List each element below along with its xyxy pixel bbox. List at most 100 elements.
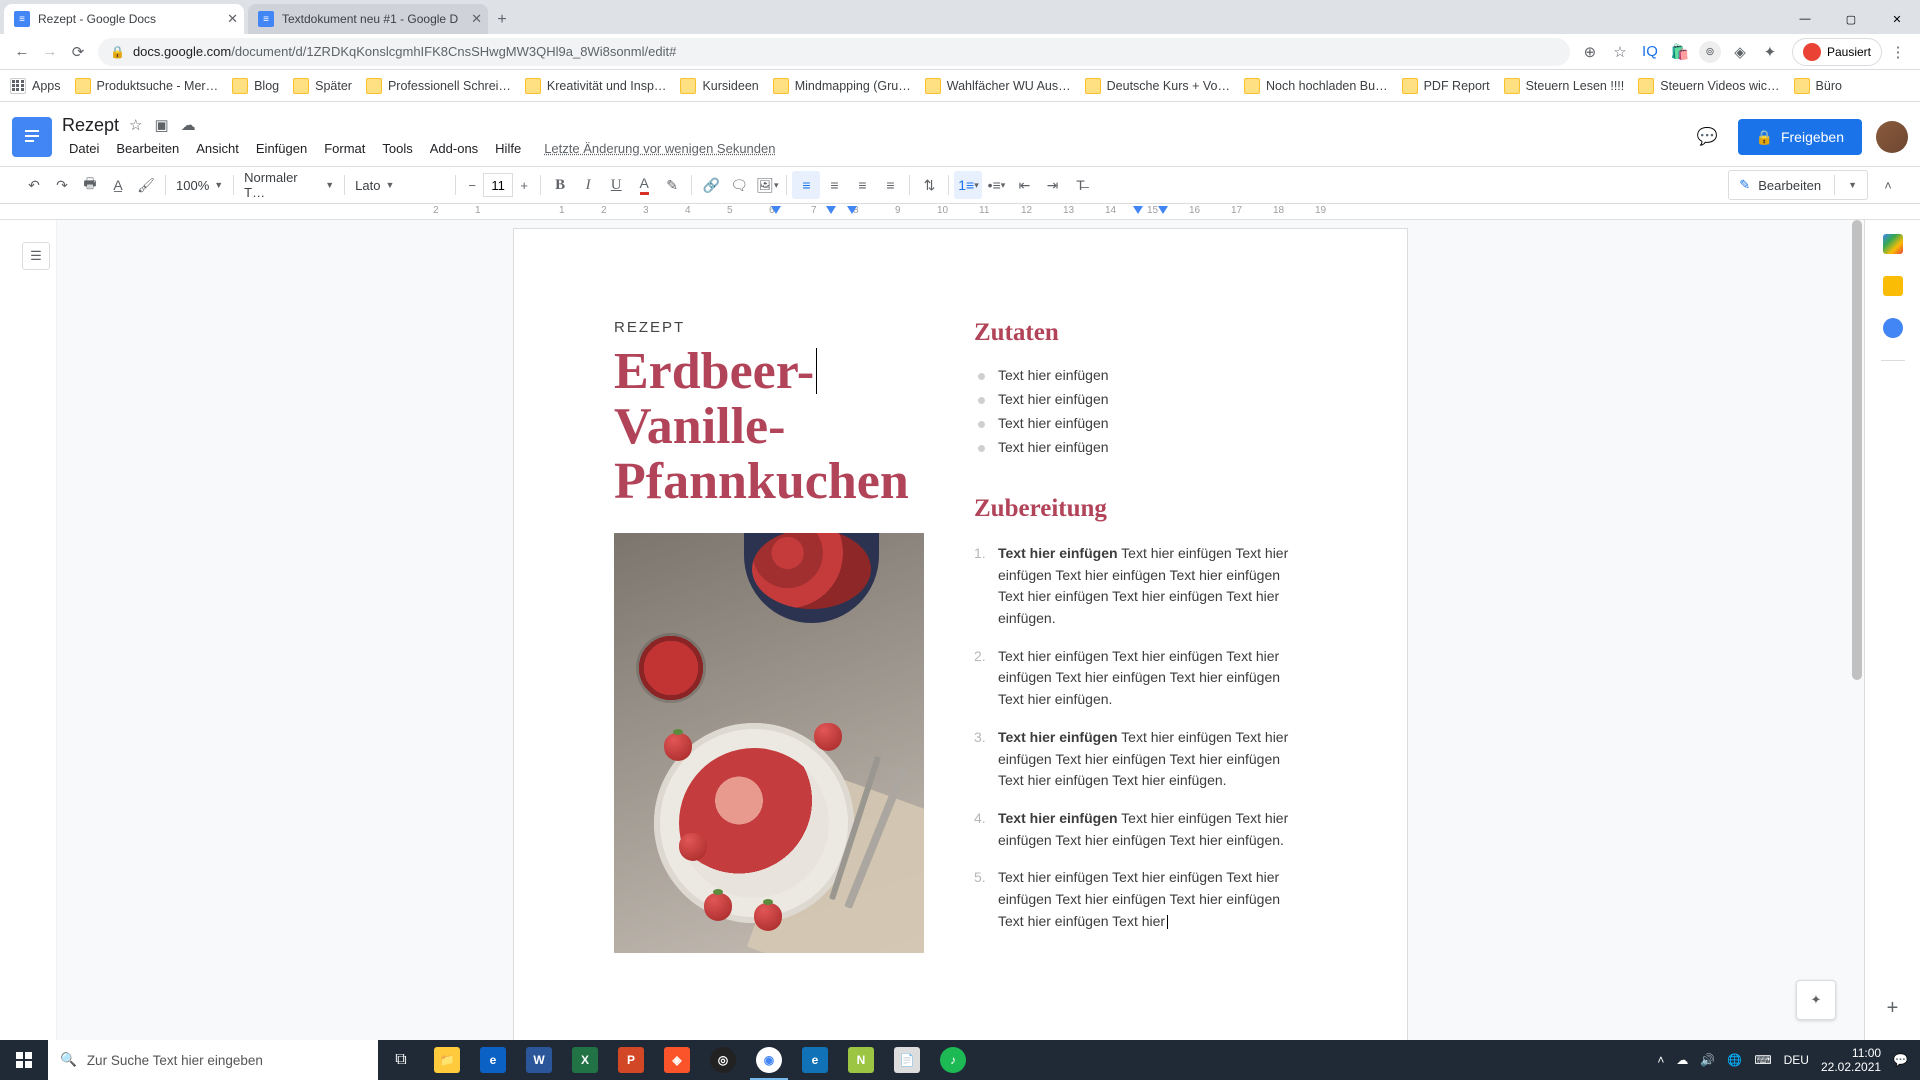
- undo-button[interactable]: ↶: [20, 171, 48, 199]
- font-select[interactable]: Lato▼: [350, 172, 450, 198]
- align-center-button[interactable]: ≡: [820, 171, 848, 199]
- bookmark-item[interactable]: Produktsuche - Mer…: [75, 78, 219, 94]
- share-button[interactable]: 🔒 Freigeben: [1738, 119, 1862, 155]
- extension-globe-icon[interactable]: ⊚: [1696, 38, 1724, 66]
- extension-generic-icon[interactable]: ◈: [1726, 38, 1754, 66]
- comment-history-icon[interactable]: 💬: [1692, 121, 1724, 153]
- vertical-ruler[interactable]: [0, 220, 57, 1040]
- taskbar-app-notepadpp[interactable]: N: [838, 1040, 884, 1080]
- clear-formatting-button[interactable]: T̶: [1066, 171, 1094, 199]
- add-comment-button[interactable]: 🗨: [725, 171, 753, 199]
- star-icon[interactable]: ☆: [129, 116, 142, 134]
- bookmark-item[interactable]: Kursideen: [680, 78, 758, 94]
- list-item[interactable]: Text hier einfügen Text hier einfügen Te…: [974, 863, 1307, 944]
- menu-format[interactable]: Format: [317, 137, 372, 160]
- add-apps-button[interactable]: +: [1887, 997, 1899, 1020]
- underline-button[interactable]: U: [602, 171, 630, 199]
- taskbar-app-notepad[interactable]: 📄: [884, 1040, 930, 1080]
- nav-forward-button[interactable]: →: [36, 38, 64, 66]
- taskbar-app-obs[interactable]: ◎: [700, 1040, 746, 1080]
- print-button[interactable]: 🖶: [76, 171, 104, 199]
- horizontal-ruler[interactable]: 2112345678910111213141516171819: [0, 204, 1920, 220]
- menu-view[interactable]: Ansicht: [189, 137, 246, 160]
- paragraph-style-select[interactable]: Normaler T…▼: [239, 172, 339, 198]
- nav-reload-button[interactable]: ⟳: [64, 38, 92, 66]
- font-size-increase[interactable]: +: [513, 173, 535, 197]
- taskbar-search[interactable]: 🔍 Zur Suche Text hier eingeben: [48, 1040, 378, 1080]
- bookmark-item[interactable]: Später: [293, 78, 352, 94]
- start-button[interactable]: [0, 1040, 48, 1080]
- taskbar-app-word[interactable]: W: [516, 1040, 562, 1080]
- bold-button[interactable]: B: [546, 171, 574, 199]
- bookmark-item[interactable]: Steuern Lesen !!!!: [1504, 78, 1625, 94]
- bookmark-item[interactable]: Wahlfächer WU Aus…: [925, 78, 1071, 94]
- browser-tab-inactive[interactable]: ≡ Textdokument neu #1 - Google D ✕: [248, 4, 488, 34]
- task-view-button[interactable]: ⧉: [378, 1040, 424, 1080]
- cloud-status-icon[interactable]: ☁: [181, 116, 196, 134]
- list-item[interactable]: Text hier einfügen Text hier einfügen Te…: [974, 804, 1307, 863]
- tray-language[interactable]: DEU: [1784, 1053, 1809, 1067]
- bookmark-item[interactable]: Mindmapping (Gru…: [773, 78, 911, 94]
- keep-app-icon[interactable]: [1883, 276, 1903, 296]
- browser-tab-active[interactable]: ≡ Rezept - Google Docs ✕: [4, 4, 244, 34]
- taskbar-app-edgelegacy[interactable]: e: [792, 1040, 838, 1080]
- nav-back-button[interactable]: ←: [8, 38, 36, 66]
- bookmark-item[interactable]: PDF Report: [1402, 78, 1490, 94]
- window-maximize-button[interactable]: ▢: [1828, 4, 1874, 34]
- window-close-button[interactable]: ✕: [1874, 4, 1920, 34]
- align-left-button[interactable]: ≡: [792, 171, 820, 199]
- bookmark-item[interactable]: Büro: [1794, 78, 1842, 94]
- list-item[interactable]: Text hier einfügen: [974, 411, 1307, 435]
- docs-logo-icon[interactable]: [12, 117, 52, 157]
- taskbar-app-explorer[interactable]: 📁: [424, 1040, 470, 1080]
- menu-insert[interactable]: Einfügen: [249, 137, 314, 160]
- window-minimize-button[interactable]: —: [1782, 4, 1828, 34]
- taskbar-app-chrome[interactable]: ◉: [746, 1040, 792, 1080]
- menu-file[interactable]: Datei: [62, 137, 106, 160]
- account-avatar[interactable]: [1876, 121, 1908, 153]
- recipe-image[interactable]: [614, 533, 924, 953]
- paint-format-button[interactable]: 🖌: [132, 171, 160, 199]
- spellcheck-button[interactable]: A̲: [104, 171, 132, 199]
- outline-toggle-button[interactable]: ☰: [22, 242, 50, 270]
- menu-edit[interactable]: Bearbeiten: [109, 137, 186, 160]
- collapse-toolbar-button[interactable]: ˄: [1876, 173, 1900, 197]
- insert-link-button[interactable]: 🔗: [697, 171, 725, 199]
- tasks-app-icon[interactable]: [1883, 318, 1903, 338]
- font-size-input[interactable]: 11: [483, 173, 513, 197]
- bookmark-item[interactable]: Noch hochladen Bu…: [1244, 78, 1388, 94]
- tray-network-icon[interactable]: 🌐: [1727, 1053, 1742, 1067]
- extensions-puzzle-icon[interactable]: ✦: [1756, 38, 1784, 66]
- bulleted-list-button[interactable]: •≡▾: [982, 171, 1010, 199]
- redo-button[interactable]: ↷: [48, 171, 76, 199]
- italic-button[interactable]: I: [574, 171, 602, 199]
- list-item[interactable]: Text hier einfügen: [974, 363, 1307, 387]
- tray-clock[interactable]: 11:00 22.02.2021: [1821, 1046, 1881, 1075]
- numbered-list-button[interactable]: 1≡▾: [954, 171, 982, 199]
- tray-notifications-icon[interactable]: 💬: [1893, 1053, 1908, 1067]
- insert-image-button[interactable]: 🖼▾: [753, 171, 781, 199]
- font-size-decrease[interactable]: −: [461, 173, 483, 197]
- document-page[interactable]: REZEPT Erdbeer- Vanille- Pfannkuchen: [513, 228, 1408, 1040]
- last-edit-text[interactable]: Letzte Änderung vor wenigen Sekunden: [537, 137, 782, 160]
- menu-help[interactable]: Hilfe: [488, 137, 528, 160]
- vertical-scrollbar[interactable]: [1848, 220, 1864, 1040]
- document-scroll-area[interactable]: ☰ REZEPT Erdbeer- Vanille- Pfannkuchen: [0, 220, 1864, 1040]
- chrome-menu-button[interactable]: ⋮: [1884, 38, 1912, 66]
- align-right-button[interactable]: ≡: [848, 171, 876, 199]
- new-tab-button[interactable]: +: [488, 6, 516, 34]
- menu-addons[interactable]: Add-ons: [423, 137, 485, 160]
- extension-iq-icon[interactable]: IQ: [1636, 38, 1664, 66]
- list-item[interactable]: Text hier einfügen: [974, 387, 1307, 411]
- list-item[interactable]: Text hier einfügen: [974, 435, 1307, 459]
- align-justify-button[interactable]: ≡: [876, 171, 904, 199]
- bookmark-item[interactable]: Blog: [232, 78, 279, 94]
- tray-onedrive-icon[interactable]: ☁: [1676, 1053, 1688, 1067]
- doc-title[interactable]: Rezept: [62, 115, 119, 136]
- taskbar-app-spotify[interactable]: ♪: [930, 1040, 976, 1080]
- text-color-button[interactable]: A: [630, 171, 658, 199]
- calendar-app-icon[interactable]: [1883, 234, 1903, 254]
- bookmark-item[interactable]: Steuern Videos wic…: [1638, 78, 1779, 94]
- explore-button[interactable]: ✦: [1796, 980, 1836, 1020]
- bookmark-item[interactable]: Professionell Schrei…: [366, 78, 511, 94]
